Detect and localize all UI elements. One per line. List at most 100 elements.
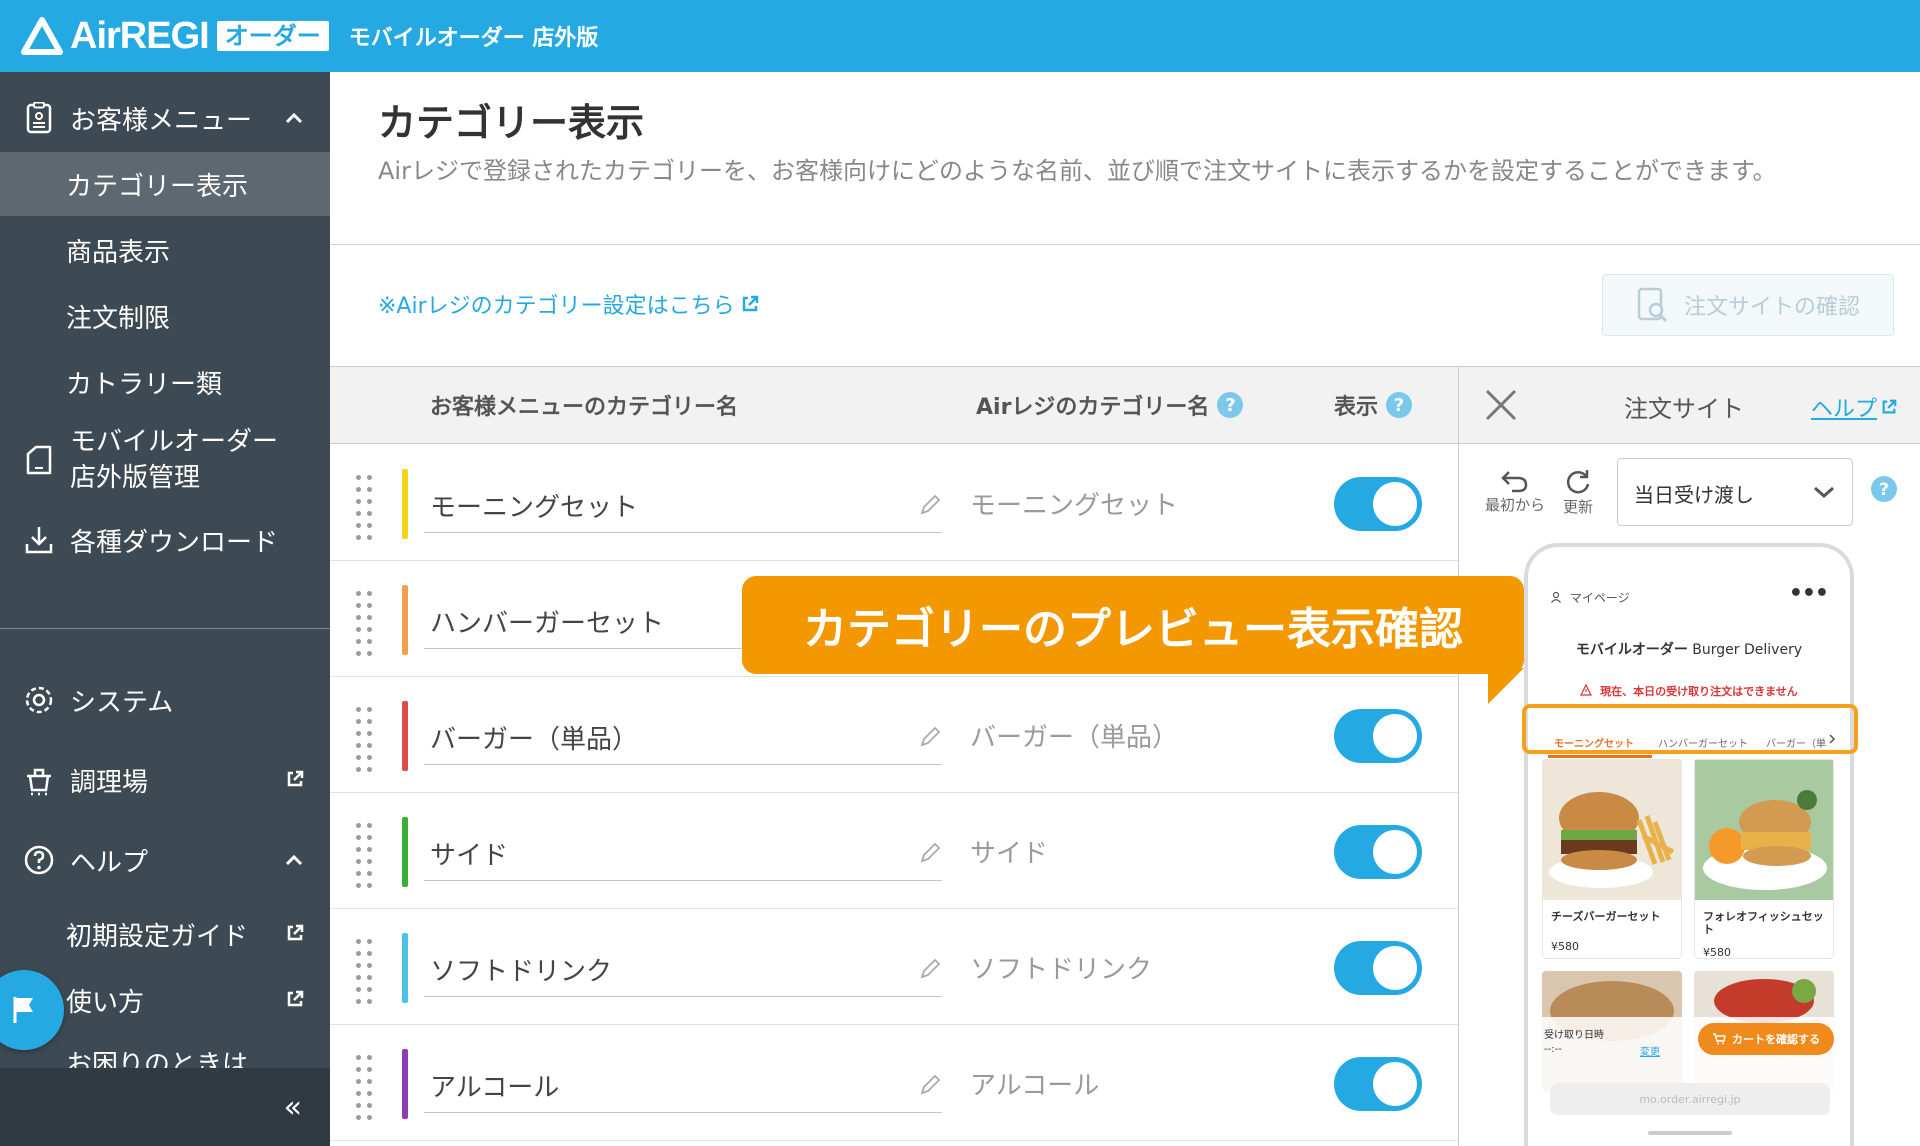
svg-text:?: ? (1879, 480, 1889, 500)
shop-name-bold: モバイルオーダー (1575, 642, 1688, 658)
airregi-category-name: バーガー（単品） (970, 723, 1179, 753)
toggle-knob (1373, 830, 1417, 874)
sidebar-item-customer-menu[interactable]: お客様メニュー (0, 90, 330, 146)
preview-title: 注文サイト (1624, 395, 1744, 423)
product-card[interactable]: フォレオフィッシュセット ¥580 (1694, 759, 1834, 959)
sidebar-item-label: 注文制限 (66, 303, 171, 334)
customer-category-name-field[interactable]: モーニングセット (424, 475, 942, 533)
sidebar-item-category-display[interactable]: カテゴリー表示 (0, 152, 330, 216)
display-toggle[interactable] (1334, 1057, 1422, 1111)
help-question-icon[interactable]: ? (1871, 476, 1897, 506)
drag-handle-icon[interactable] (356, 939, 374, 1009)
sidebar-divider (0, 628, 330, 629)
header-divider (330, 244, 1920, 245)
airregi-category-name: ソフトドリンク (970, 955, 1153, 985)
fish-burger-image (1695, 760, 1833, 900)
sidebar-item-kitchen[interactable]: 調理場 (0, 752, 330, 808)
logo-triangle-icon (21, 17, 63, 55)
drag-handle-icon[interactable] (356, 591, 374, 661)
table-row: バーガー（単品） バーガー（単品） (330, 677, 1458, 793)
category-table-header: お客様メニューのカテゴリー名 Airレジのカテゴリー名 ? 表示 ? (330, 366, 1458, 444)
product-price: ¥580 (1551, 940, 1579, 953)
view-cart-button[interactable]: カートを確認する (1698, 1023, 1834, 1055)
customer-category-name-field[interactable]: サイド (424, 823, 942, 881)
chevron-up-icon (284, 106, 304, 130)
sidebar-item-cutlery[interactable]: カトラリー類 (0, 350, 330, 414)
category-color-bar (402, 933, 408, 1003)
customer-category-name: ソフトドリンク (430, 957, 613, 987)
home-indicator (1648, 1131, 1732, 1135)
tool-label: 最初から (1485, 496, 1546, 514)
sidebar-item-label: 商品表示 (66, 237, 171, 268)
display-toggle[interactable] (1334, 825, 1422, 879)
customer-category-name: バーガー（単品） (430, 725, 639, 755)
preview-help-link[interactable]: ヘルプ (1811, 391, 1897, 423)
top-header: AirREGI オーダー モバイルオーダー 店外版 (0, 0, 1920, 72)
drag-handle-icon[interactable] (356, 475, 374, 545)
toggle-knob (1373, 1062, 1417, 1106)
link-label: ヘルプ (1811, 397, 1878, 422)
reset-preview-button[interactable]: 最初から (1485, 468, 1545, 515)
customer-category-name-field[interactable]: バーガー（単品） (424, 707, 942, 765)
customer-category-name-field[interactable]: アルコール (424, 1055, 942, 1113)
sidebar-item-setup-guide[interactable]: 初期設定ガイド (0, 902, 330, 966)
logo-text: AirREGI (70, 14, 210, 57)
product-name: チーズバーガーセット (1551, 910, 1661, 923)
column-airregi-category-name: Airレジのカテゴリー名 ? (976, 389, 1244, 421)
external-link-icon (286, 919, 304, 949)
refresh-preview-button[interactable]: 更新 (1563, 468, 1593, 517)
toggle-knob (1373, 714, 1417, 758)
preview-header: 注文サイト ヘルプ (1459, 366, 1920, 444)
table-row: アルコール アルコール (330, 1025, 1458, 1141)
drag-handle-icon[interactable] (356, 823, 374, 893)
refresh-icon (1566, 470, 1590, 494)
display-toggle[interactable] (1334, 941, 1422, 995)
category-color-bar (402, 817, 408, 887)
display-toggle[interactable] (1334, 709, 1422, 763)
help-question-icon[interactable]: ? (1386, 392, 1413, 418)
display-toggle[interactable] (1334, 477, 1422, 531)
chevron-up-icon (284, 848, 304, 872)
more-menu-icon[interactable]: ••• (1789, 581, 1829, 606)
airregi-category-settings-link[interactable]: ※Airレジのカテゴリー設定はこちら (378, 288, 759, 320)
link-label: ※Airレジのカテゴリー設定はこちら (378, 294, 735, 319)
button-label: カートを確認する (1732, 1033, 1820, 1046)
pencil-icon[interactable] (918, 957, 942, 981)
confirm-order-site-button[interactable]: 注文サイトの確認 (1602, 274, 1894, 336)
table-row: モーニングセット モーニングセット (330, 445, 1458, 561)
preview-callout: カテゴリーのプレビュー表示確認 (742, 576, 1524, 674)
sidebar-item-label: カトラリー類 (66, 369, 223, 400)
pencil-icon[interactable] (918, 1073, 942, 1097)
pencil-icon[interactable] (918, 841, 942, 865)
collapse-sidebar-button[interactable]: « (284, 1090, 302, 1125)
phone-preview: マイページ ••• モバイルオーダー Burger Delivery 現在、本日… (1524, 543, 1854, 1146)
pickup-type-select[interactable]: 当日受け渡し (1617, 458, 1853, 526)
product-card[interactable]: チーズバーガーセット ¥580 (1542, 759, 1682, 959)
sidebar-item-order-limit[interactable]: 注文制限 (0, 284, 330, 348)
sidebar-item-help[interactable]: ヘルプ (0, 832, 330, 888)
airregi-logo[interactable]: AirREGI オーダー (20, 15, 329, 58)
callout-pointer (1488, 668, 1524, 704)
mypage-link[interactable]: マイページ (1550, 589, 1630, 606)
pencil-icon[interactable] (918, 725, 942, 749)
sidebar-item-mobile-order-management[interactable]: モバイルオーダー 店外版管理 (0, 420, 330, 500)
change-pickup-link[interactable]: 変更 (1640, 1043, 1660, 1058)
sidebar-item-product-display[interactable]: 商品表示 (0, 218, 330, 282)
table-row: サイド サイド (330, 793, 1458, 909)
pencil-icon[interactable] (918, 493, 942, 517)
category-color-bar (402, 469, 408, 539)
airregi-category-name: モーニングセット (970, 491, 1179, 521)
mobile-order-icon (22, 443, 56, 477)
warning-text: 現在、本日の受け取り注文はできません (1600, 685, 1798, 698)
app-subtitle: モバイルオーダー 店外版 (348, 26, 599, 51)
external-link-icon (1882, 399, 1897, 414)
sidebar-item-downloads[interactable]: 各種ダウンロード (0, 512, 330, 568)
close-icon[interactable] (1483, 387, 1519, 427)
customer-category-name-field[interactable]: ソフトドリンク (424, 939, 942, 997)
external-link-icon (742, 295, 758, 312)
sidebar-item-system[interactable]: システム (0, 672, 330, 728)
drag-handle-icon[interactable] (356, 1055, 374, 1125)
drag-handle-icon[interactable] (356, 707, 374, 777)
help-question-icon[interactable]: ? (1217, 392, 1244, 418)
sidebar-item-label: 調理場 (70, 767, 149, 798)
